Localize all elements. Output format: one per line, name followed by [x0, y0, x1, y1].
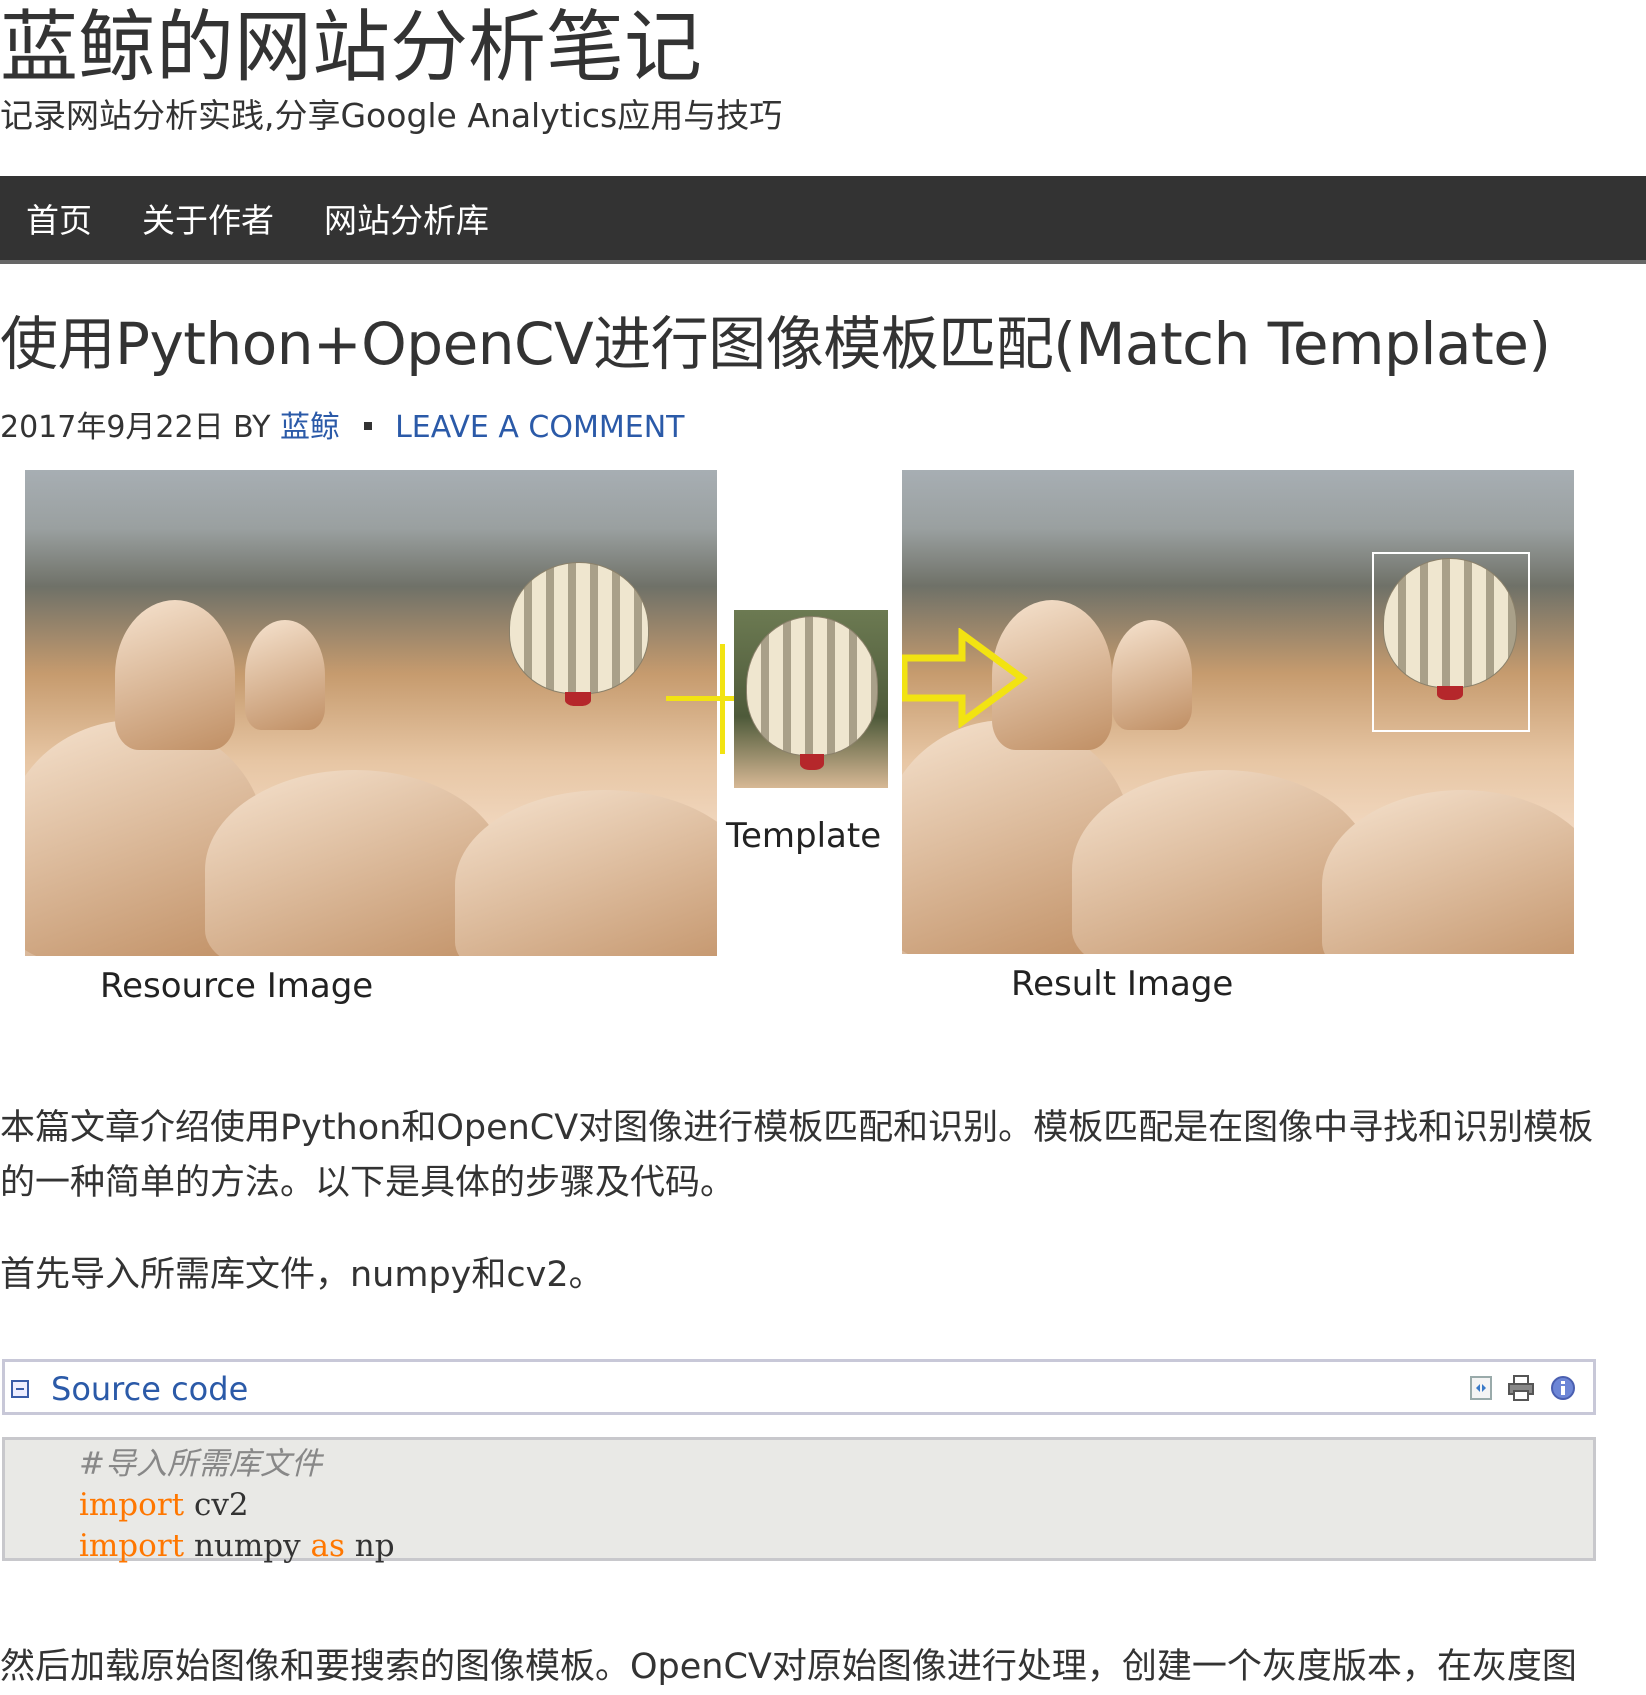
code-line-1: #导入所需库文件 [79, 1446, 322, 1482]
source-code-block: #导入所需库文件 import cv2 import numpy as np [2, 1437, 1596, 1564]
import-paragraph: 首先导入所需库文件，numpy和cv2。 [0, 1255, 604, 1295]
info-icon[interactable] [1549, 1374, 1577, 1402]
result-image-caption: Result Image [1011, 964, 1234, 1004]
view-source-icon[interactable] [1467, 1374, 1495, 1402]
resource-image [25, 470, 717, 956]
load-image-paragraph: 然后加载原始图像和要搜索的图像模板。OpenCV对原始图像进行处理，创建一个灰度… [0, 1647, 1577, 1687]
nav-item-home[interactable]: 首页 [26, 194, 92, 242]
resource-image-caption: Resource Image [100, 966, 374, 1006]
collapse-icon[interactable] [11, 1380, 29, 1398]
balloon-icon [509, 562, 649, 694]
result-image [902, 470, 1574, 954]
meta-separator [363, 421, 372, 430]
nav-item-about-author[interactable]: 关于作者 [142, 194, 274, 242]
source-code-toggle-label[interactable]: Source code [51, 1370, 248, 1408]
nav-item-analytics-library[interactable]: 网站分析库 [324, 194, 489, 242]
print-icon[interactable] [1507, 1374, 1535, 1402]
main-nav: 首页 关于作者 网站分析库 [0, 176, 1646, 264]
post-by: BY [233, 410, 271, 445]
code-line-2: import cv2 [79, 1487, 249, 1523]
template-matching-figure: Resource Image Template Result Image [0, 468, 1600, 1028]
plus-sign-vertical [720, 644, 725, 754]
template-image [734, 610, 888, 788]
site-title[interactable]: 蓝鲸的网站分析笔记 [0, 5, 702, 92]
post-author-link[interactable]: 蓝鲸 [280, 410, 340, 445]
leave-comment-link[interactable]: LEAVE A COMMENT [395, 410, 684, 445]
template-caption: Template [726, 816, 882, 856]
site-description: 记录网站分析实践,分享Google Analytics应用与技巧 [0, 96, 783, 135]
arrow-right-icon [902, 628, 1028, 728]
post-date: 2017年9月22日 [0, 410, 224, 445]
intro-paragraph: 本篇文章介绍使用Python和OpenCV对图像进行模板匹配和识别。模板匹配是在… [0, 1108, 1594, 1203]
post-meta: 2017年9月22日 BY 蓝鲸 LEAVE A COMMENT [0, 410, 684, 446]
match-bounding-box [1372, 552, 1530, 732]
post-title[interactable]: 使用Python+OpenCV进行图像模板匹配(Match Template) [0, 310, 1551, 380]
source-code-header: Source code [2, 1359, 1596, 1415]
code-line-3: import numpy as np [79, 1528, 395, 1564]
